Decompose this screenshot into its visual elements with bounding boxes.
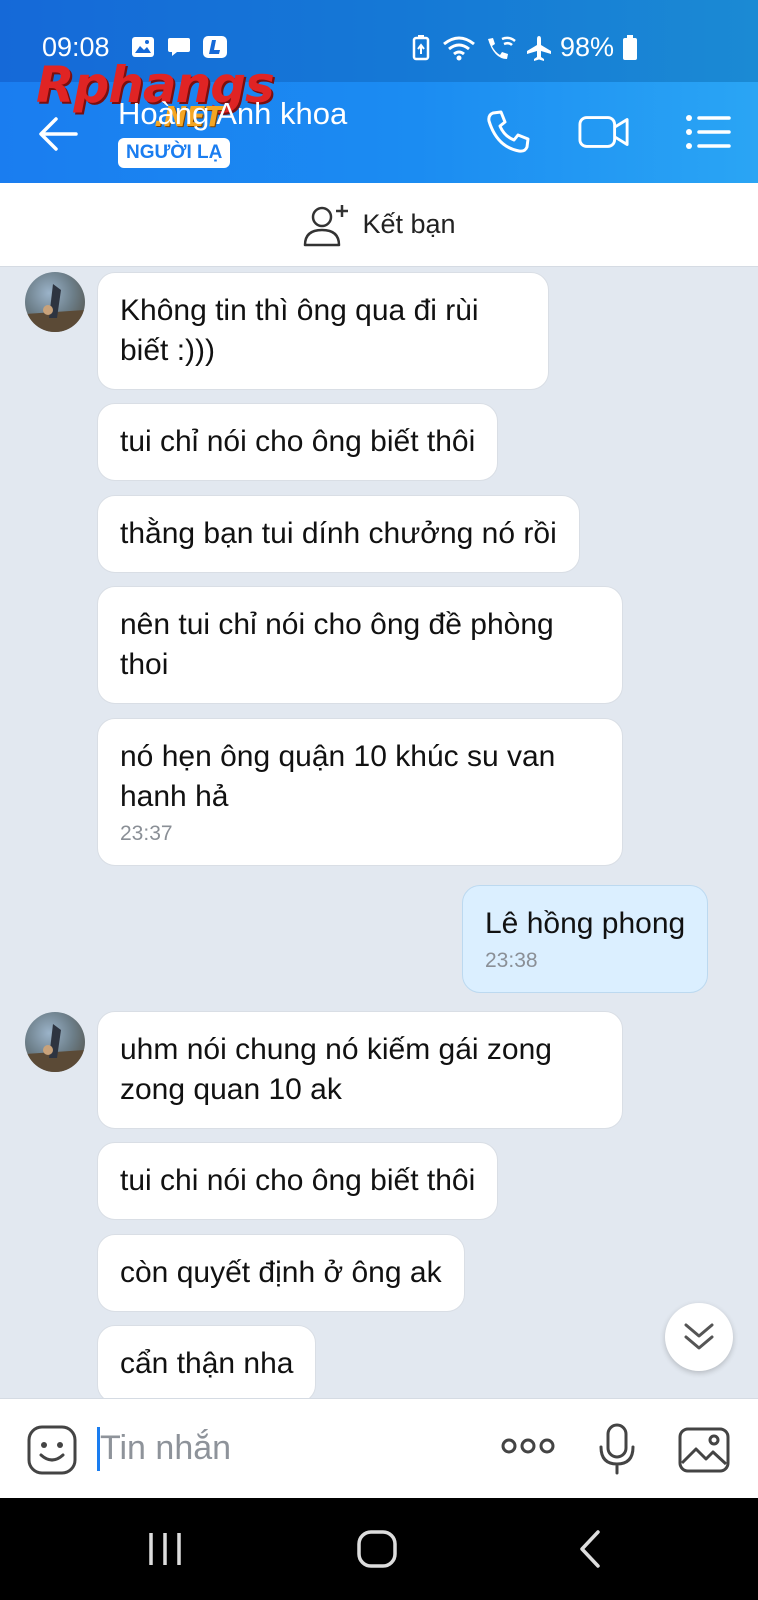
message-bubble[interactable]: nó hẹn ông quận 10 khúc su van hanh hả 2… [97,718,623,866]
message-text: Không tin thì ông qua đi rùi biết :))) [120,294,479,367]
nav-back-button[interactable] [566,1526,616,1572]
app-header: 09:08 98% Rphangs .NET Hoàng Anh khoa NG… [0,0,758,183]
back-button[interactable] [36,112,80,156]
message-text: nó hẹn ông quận 10 khúc su van hanh hả [120,740,556,813]
home-icon [357,1530,397,1568]
call-button[interactable] [482,108,534,156]
message-text: thằng bạn tui dính chưởng nó rồi [120,517,557,550]
system-icons: 98% [408,32,638,63]
message-bubble[interactable]: Không tin thì ông qua đi rùi biết :))) [97,272,549,390]
message-text: uhm nói chung nó kiếm gái zong zong quan… [120,1033,552,1106]
message-bubble[interactable]: cẩn thận nha [97,1325,317,1398]
message-bubble[interactable]: còn quyết định ở ông ak [97,1234,465,1312]
sticker-button[interactable] [26,1424,78,1476]
more-dots-icon [501,1438,555,1454]
message-text: tui chi nói cho ông biết thôi [120,1164,476,1197]
voice-message-button[interactable] [597,1423,637,1480]
contact-name[interactable]: Hoàng Anh khoa [118,96,347,132]
back-icon [580,1530,600,1568]
image-icon [678,1427,730,1473]
message-bubble[interactable]: uhm nói chung nó kiếm gái zong zong quan… [97,1011,623,1129]
avatar[interactable] [25,1012,85,1072]
menu-button[interactable] [682,108,734,156]
message-time: 23:37 [120,822,173,845]
battery-saver-icon [408,34,434,60]
video-call-button[interactable] [578,108,630,156]
menu-list-icon [686,115,731,149]
message-text: còn quyết định ở ông ak [120,1256,442,1289]
message-bubble[interactable]: tui chỉ nói cho ông biết thôi [97,403,499,481]
airplane-icon [526,35,552,61]
message-bubble[interactable]: thằng bạn tui dính chưởng nó rồi [97,495,580,573]
add-friend-button[interactable]: Kết bạn [0,183,758,267]
video-call-icon [578,116,629,148]
message-time: 23:38 [485,949,538,972]
wifi-icon [442,36,476,60]
recents-icon [149,1533,181,1565]
wifi-calling-icon [484,36,518,60]
avatar[interactable] [25,272,85,332]
message-text: Lê hồng phong [485,907,686,940]
add-friend-icon [304,204,349,246]
message-bubble[interactable]: nên tui chỉ nói cho ông đề phòng thoi [97,586,623,704]
microphone-icon [599,1423,635,1475]
message-text: cẩn thận nha [120,1347,294,1380]
back-arrow-icon [39,117,78,151]
message-text: tui chỉ nói cho ông biết thôi [120,425,476,458]
home-button[interactable] [352,1526,402,1572]
battery-icon [622,34,638,60]
send-image-button[interactable] [678,1427,730,1478]
my-message-bubble[interactable]: Lê hồng phong 23:38 [462,885,709,993]
message-input[interactable]: Tin nhắn [100,1429,231,1468]
message-text: nên tui chỉ nói cho ông đề phòng thoi [120,608,554,681]
double-chevron-down-icon [684,1323,714,1350]
recents-button[interactable] [140,1526,190,1572]
battery-percent: 98% [560,32,615,62]
phone-icon [487,110,530,153]
add-friend-label: Kết bạn [362,209,456,239]
message-list[interactable]: Không tin thì ông qua đi rùi biết :))) t… [0,268,758,1398]
system-nav-bar [0,1498,758,1600]
sticker-emoji-icon [27,1425,77,1475]
scroll-to-bottom-button[interactable] [665,1303,733,1371]
message-bubble[interactable]: tui chi nói cho ông biết thôi [97,1142,499,1220]
composer-bar: Tin nhắn [0,1398,758,1498]
stranger-badge: NGƯỜI LẠ [118,138,231,168]
more-options-button[interactable] [500,1435,556,1462]
